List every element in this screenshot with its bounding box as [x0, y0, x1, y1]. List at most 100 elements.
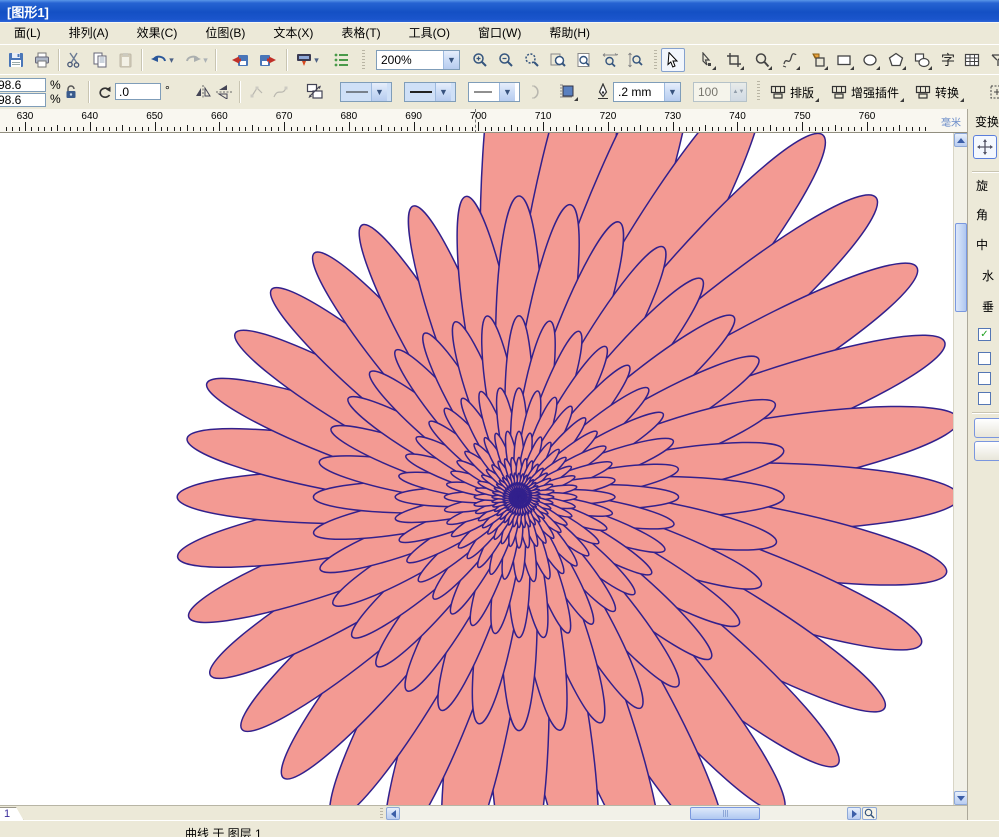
convert-toolbar-button[interactable]: 转换 [910, 80, 966, 104]
ruler-tick [31, 127, 33, 131]
vertical-scrollbar[interactable] [953, 133, 968, 805]
reduce-nodes-button[interactable] [245, 80, 269, 104]
ruler-number: 630 [16, 111, 34, 122]
horizontal-scroll-track[interactable] [400, 806, 848, 821]
anchor-checkbox-3[interactable] [978, 392, 991, 405]
options-button[interactable] [330, 48, 354, 72]
lock-ratio-button[interactable] [64, 84, 78, 99]
horizontal-scroll-thumb[interactable] [690, 807, 760, 820]
propbar-grip[interactable] [757, 81, 760, 101]
outline-pen-button[interactable] [596, 83, 610, 100]
zoom-level-combo[interactable]: 200% ▼ [376, 50, 460, 70]
zoom-combo-arrow[interactable]: ▼ [443, 51, 459, 69]
rotate-transform-button[interactable] [973, 135, 997, 159]
zoom-all-objects-button[interactable] [546, 48, 570, 72]
ruler-tick [115, 127, 117, 131]
layout-toolbar-button[interactable]: 排版 [765, 80, 821, 104]
rotation-angle-field[interactable]: .0 [115, 83, 161, 100]
vertical-scroll-thumb[interactable] [955, 223, 967, 312]
end-arrowhead-picker[interactable]: ▼ [468, 82, 520, 102]
hscroll-grip[interactable] [380, 808, 383, 819]
shape-tool[interactable] [694, 48, 718, 72]
menu-layout[interactable]: 面(L) [0, 21, 55, 45]
transparency-spinner[interactable]: 100 ▲▼ [693, 82, 747, 102]
toolbox-grip[interactable] [654, 50, 657, 70]
plugins-toolbar-button[interactable]: 增强插件 [826, 80, 906, 104]
convert-button-label: 转换 [935, 85, 960, 100]
apply-to-duplicate-button[interactable] [974, 441, 999, 461]
dropdown-arrow[interactable]: ▼ [664, 83, 680, 101]
zoom-page-width-button[interactable] [598, 48, 622, 72]
spinner-arrows[interactable]: ▲▼ [730, 83, 746, 101]
ruler-tick [478, 122, 480, 131]
up-arrow-icon [957, 137, 965, 143]
scale-horizontal-field[interactable]: 98.6 [0, 78, 46, 92]
swap-size-button[interactable] [303, 79, 327, 103]
paste-button[interactable] [114, 48, 138, 72]
curve-smoothness-button[interactable] [268, 80, 292, 104]
menu-tools[interactable]: 工具(O) [395, 21, 464, 45]
scroll-up-button[interactable] [954, 133, 968, 147]
menu-table[interactable]: 表格(T) [327, 21, 394, 45]
rectangle-tool[interactable] [832, 48, 856, 72]
apply-button[interactable] [974, 418, 999, 438]
menu-help[interactable]: 帮助(H) [535, 21, 604, 45]
dropdown-arrow[interactable]: ▼ [435, 83, 451, 101]
outline-style-picker[interactable]: ▼ [404, 82, 456, 102]
scroll-down-button[interactable] [954, 791, 968, 805]
cut-button[interactable] [62, 48, 86, 72]
drawing-canvas[interactable] [0, 133, 953, 805]
freehand-tool[interactable] [778, 48, 802, 72]
horizontal-ruler[interactable]: 630 640 650 660 670 680 690 700 710 720 730 740 750 7… [0, 109, 967, 133]
mirror-vertical-button[interactable] [212, 80, 236, 104]
close-curve-button[interactable] [526, 80, 550, 104]
zoom-tool[interactable] [750, 48, 774, 72]
zoom-out-button[interactable] [494, 48, 518, 72]
save-button[interactable] [4, 48, 28, 72]
redo-dropdown[interactable]: ▾ [201, 54, 210, 66]
polygon-tool[interactable] [884, 48, 908, 72]
partial-toolbar-button[interactable] [985, 80, 999, 104]
parallel-dimension-tool[interactable] [986, 48, 999, 72]
ruler-tick [400, 127, 402, 131]
launcher-dropdown[interactable]: ▾ [312, 54, 321, 66]
scale-vertical-field[interactable]: 98.6 [0, 93, 46, 107]
zoom-page-button[interactable] [572, 48, 596, 72]
import-button[interactable] [228, 48, 252, 72]
outline-width-combo[interactable]: .2 mm ▼ [613, 82, 681, 102]
dropdown-arrow[interactable]: ▼ [371, 83, 387, 101]
basic-shapes-tool[interactable] [910, 48, 934, 72]
table-tool[interactable] [960, 48, 984, 72]
wrap-paragraph-text-button[interactable] [556, 79, 580, 103]
scroll-left-button[interactable] [386, 807, 400, 820]
relative-center-checkbox[interactable]: ✓ [978, 328, 991, 341]
dropdown-arrow[interactable]: ▼ [499, 83, 515, 101]
zoom-in-button[interactable] [468, 48, 492, 72]
anchor-checkbox-2[interactable] [978, 372, 991, 385]
rotate-button[interactable] [97, 85, 113, 100]
print-button[interactable] [30, 48, 54, 72]
menu-effects[interactable]: 效果(C) [123, 21, 192, 45]
menu-arrange[interactable]: 排列(A) [55, 21, 123, 45]
menu-window[interactable]: 窗口(W) [464, 21, 535, 45]
ellipse-tool[interactable] [858, 48, 882, 72]
zoom-page-height-button[interactable] [624, 48, 648, 72]
zoom-selected-button[interactable] [520, 48, 544, 72]
ruler-tick [523, 127, 525, 131]
export-button[interactable] [256, 48, 280, 72]
toolbar-grip[interactable] [362, 50, 365, 70]
scroll-right-button[interactable] [847, 807, 861, 820]
navigator-button[interactable] [862, 807, 877, 820]
crop-tool[interactable] [722, 48, 746, 72]
menu-bitmaps[interactable]: 位图(B) [191, 21, 259, 45]
start-arrowhead-picker[interactable]: ▼ [340, 82, 392, 102]
text-tool[interactable]: 字 [936, 48, 960, 72]
anchor-checkbox-1[interactable] [978, 352, 991, 365]
pick-tool[interactable] [661, 48, 685, 72]
menu-text[interactable]: 文本(X) [259, 21, 327, 45]
save-icon [9, 53, 23, 67]
copy-button[interactable] [88, 48, 112, 72]
smart-fill-tool[interactable] [806, 48, 830, 72]
page-tab[interactable]: 1 [0, 807, 24, 821]
undo-dropdown[interactable]: ▾ [167, 54, 176, 66]
